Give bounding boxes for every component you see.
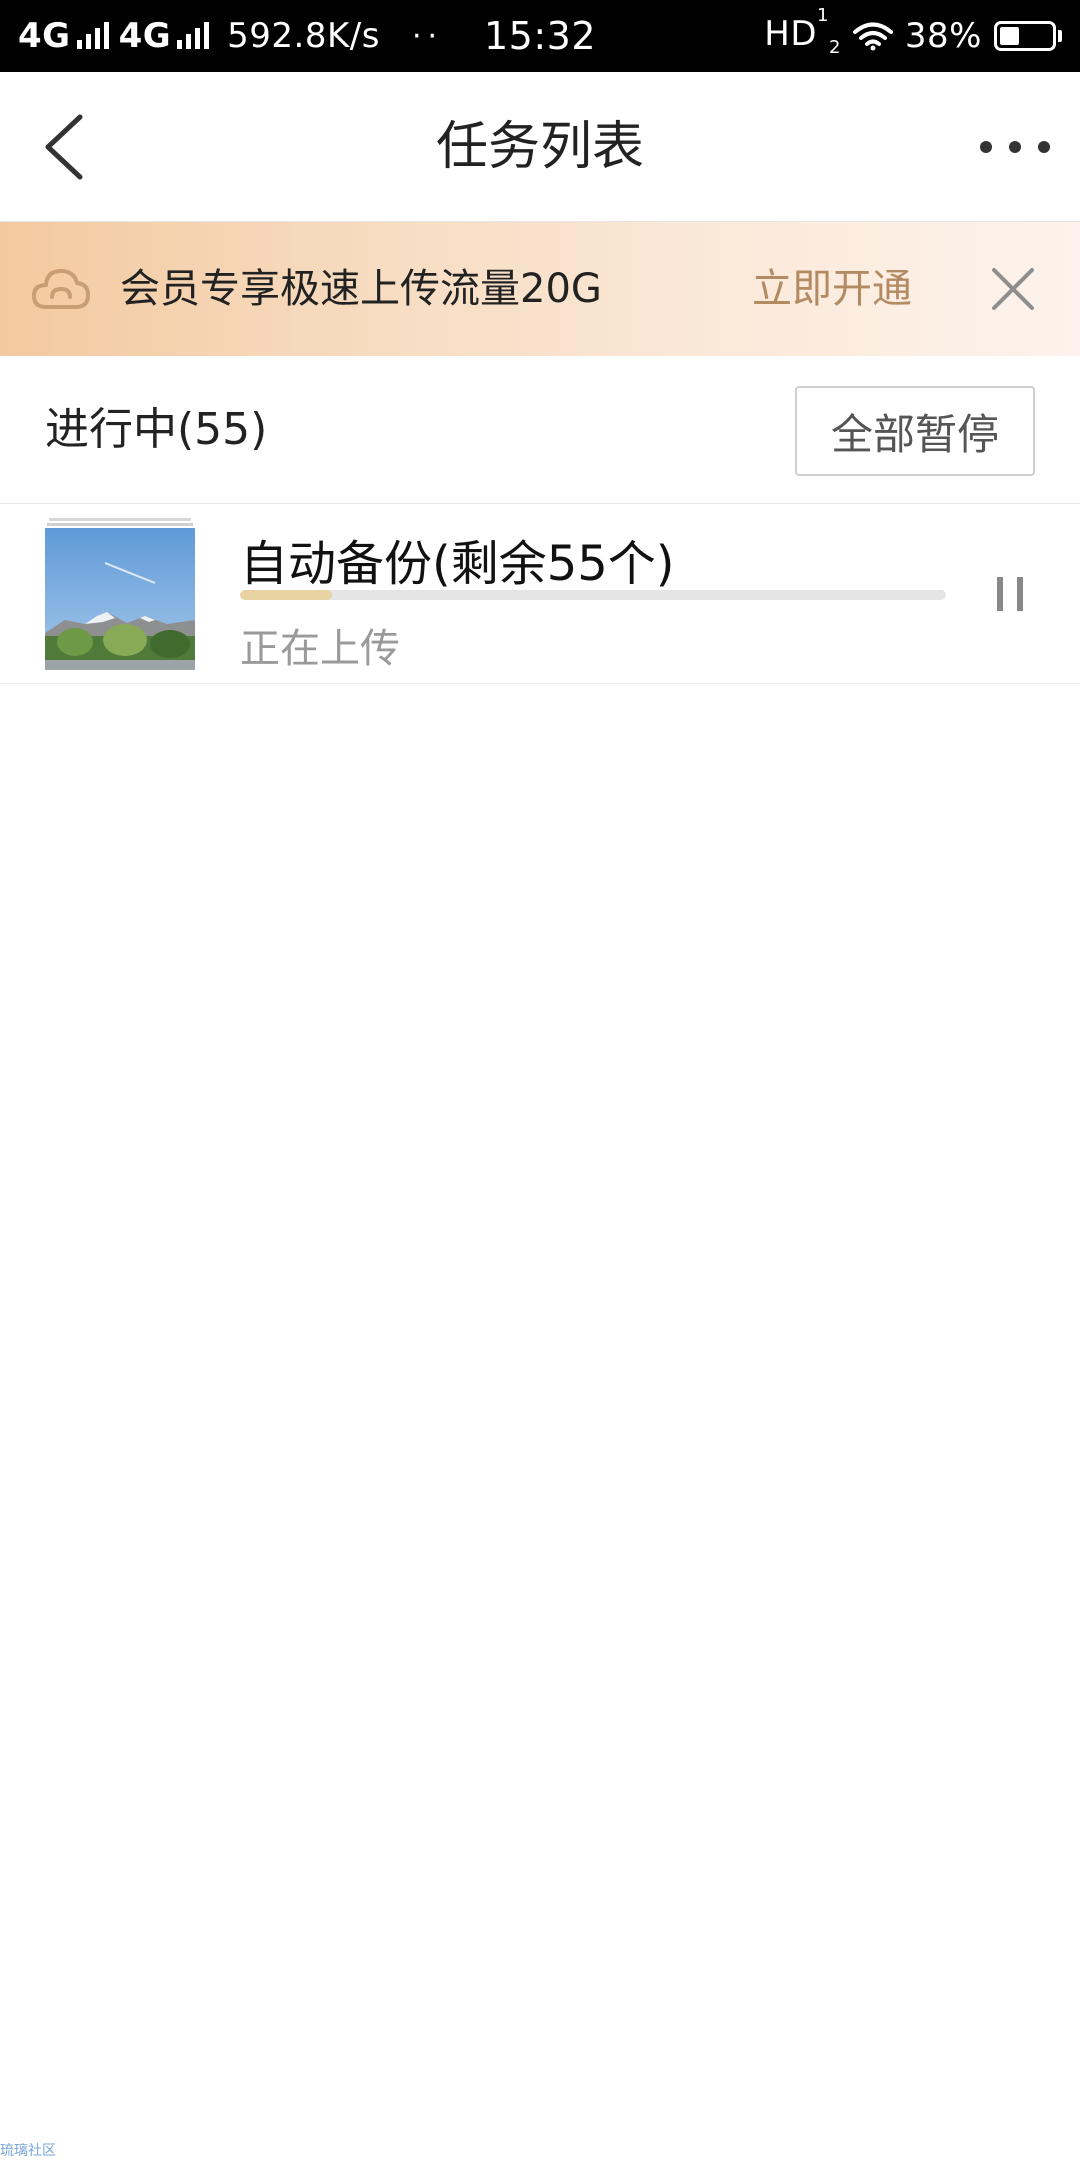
- progress-bar: [240, 590, 946, 600]
- promo-banner: 会员专享极速上传流量20G 立即开通: [0, 222, 1080, 356]
- hd-sup: 1: [817, 4, 829, 26]
- network-2-label: 4G: [118, 16, 172, 56]
- section-title: 进行中(55): [45, 404, 268, 455]
- more-button[interactable]: [980, 117, 1050, 177]
- network-2: 4G: [119, 16, 210, 56]
- pause-icon: [997, 577, 1003, 611]
- promo-text: 会员专享极速上传流量20G: [120, 266, 602, 312]
- in-progress-section: 进行中(55) 全部暂停: [0, 356, 1080, 504]
- task-thumbnail: [45, 518, 195, 670]
- promo-activate-link[interactable]: 立即开通: [752, 222, 912, 356]
- pause-button[interactable]: [970, 554, 1050, 634]
- status-left: 4G 4G 592.8K/s ··: [18, 0, 443, 72]
- task-title: 自动备份(剩余55个): [240, 536, 675, 592]
- promo-close-button[interactable]: [976, 252, 1050, 326]
- watermark: 琉璃社区: [0, 2143, 56, 2159]
- signal-icon: [177, 22, 210, 49]
- progress-fill: [240, 590, 332, 600]
- task-status: 正在上传: [240, 626, 400, 672]
- battery-icon: [994, 21, 1062, 51]
- cloud-icon: [32, 269, 90, 309]
- status-bar: 4G 4G 592.8K/s ·· 15:32 HD12 38%: [0, 0, 1080, 72]
- pause-icon: [1017, 577, 1023, 611]
- network-speed: 592.8K/s: [227, 16, 380, 56]
- notification-dots: ··: [411, 18, 444, 54]
- page-title: 任务列表: [435, 117, 644, 177]
- status-right: HD1 2 38%: [764, 0, 1062, 72]
- network-1-label: 4G: [18, 16, 71, 56]
- hd-indicator: HD1 2: [764, 5, 841, 58]
- pause-all-button[interactable]: 全部暂停: [795, 386, 1035, 476]
- more-dot: [1038, 141, 1050, 153]
- signal-icon: [76, 22, 109, 49]
- battery-percent: 38%: [904, 16, 982, 56]
- close-icon: [992, 268, 1034, 310]
- app-root: 4G 4G 592.8K/s ·· 15:32 HD12 38% 任务列表 会员…: [0, 0, 1080, 2160]
- network-1: 4G: [18, 16, 109, 56]
- task-row[interactable]: 自动备份(剩余55个) 正在上传: [0, 504, 1080, 684]
- hd-sub: 2: [828, 36, 841, 58]
- more-dot: [980, 141, 992, 153]
- more-dot: [1009, 141, 1021, 153]
- wifi-icon: [852, 22, 893, 51]
- landscape-photo: [45, 528, 195, 670]
- hd-label: HD: [764, 14, 818, 55]
- top-nav: 任务列表: [0, 72, 1080, 222]
